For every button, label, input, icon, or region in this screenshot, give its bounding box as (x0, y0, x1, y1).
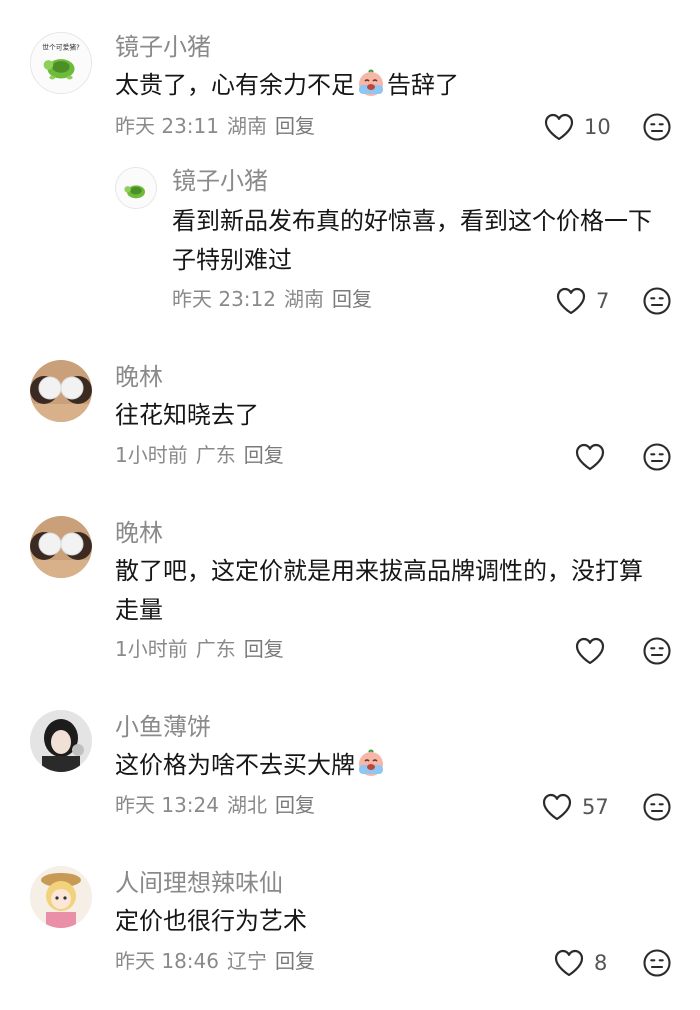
comment-text: 散了吧，这定价就是用来拔高品牌调性的，没打算走量 (115, 557, 643, 624)
like-button[interactable]: 7 (555, 284, 609, 318)
avatar[interactable] (30, 710, 92, 772)
reply-button[interactable]: 回复 (244, 443, 284, 467)
avatar[interactable] (30, 516, 92, 578)
comment-text-part: 太贵了，心有余力不足 (115, 71, 355, 99)
comment-text-part: 告辞了 (387, 71, 459, 99)
comment-meta: 昨天 23:12 湖南 回复 (172, 285, 380, 313)
comment-item: 世个可爱猪? 镜子小猪 太贵了，心有余力不足 告辞了 昨天 23:11 湖南 回复 1… (0, 0, 700, 150)
username[interactable]: 晚林 (115, 362, 163, 392)
dislike-button[interactable] (642, 636, 672, 666)
like-button[interactable]: 10 (543, 110, 611, 144)
heart-outline-icon (553, 948, 585, 978)
anime-girl-avatar-icon (30, 866, 92, 928)
location: 广东 (195, 637, 236, 661)
comment-meta: 昨天 23:11 湖南 回复 (115, 112, 323, 140)
comment-text: 定价也很行为艺术 (115, 907, 307, 935)
like-count: 57 (582, 795, 609, 819)
location: 湖南 (284, 287, 324, 311)
reply-button[interactable]: 回复 (275, 949, 315, 973)
timestamp: 昨天 23:12 (172, 287, 276, 311)
like-count: 10 (584, 115, 611, 139)
neutral-face-icon (642, 792, 672, 822)
neutral-face-icon (642, 948, 672, 978)
comment-meta: 1小时前 广东 回复 (115, 441, 292, 469)
timestamp: 昨天 13:24 (115, 793, 219, 817)
like-button[interactable] (574, 634, 606, 668)
username[interactable]: 小鱼薄饼 (115, 712, 211, 742)
comment-meta: 昨天 13:24 湖北 回复 (115, 791, 323, 819)
comment-item: 小鱼薄饼 这价格为啥不去买大牌 昨天 13:24 湖北 回复 57 (0, 690, 700, 850)
timestamp: 1小时前 (115, 637, 188, 661)
avatar[interactable] (115, 167, 157, 209)
username[interactable]: 人间理想辣味仙 (115, 868, 283, 898)
turtle-avatar-icon: 世个可爱猪? (31, 33, 91, 93)
neutral-face-icon (642, 112, 672, 142)
crying-face-emoji (356, 69, 386, 99)
avatar-caption: 世个可爱猪? (42, 42, 80, 51)
like-count: 8 (594, 951, 608, 975)
like-button[interactable] (574, 440, 606, 474)
comment-item: 晚林 散了吧，这定价就是用来拔高品牌调性的，没打算走量 1小时前 广东 回复 (0, 490, 700, 690)
heart-outline-icon (574, 442, 606, 472)
like-count: 7 (596, 289, 610, 313)
username[interactable]: 镜子小猪 (115, 32, 211, 62)
like-button[interactable]: 8 (553, 946, 607, 980)
timestamp: 昨天 23:11 (115, 114, 219, 138)
like-button[interactable]: 57 (541, 790, 609, 824)
neutral-face-icon (642, 442, 672, 472)
dislike-button[interactable] (642, 112, 672, 142)
heart-outline-icon (574, 636, 606, 666)
cat-avatar-icon (30, 360, 92, 422)
avatar[interactable] (30, 360, 92, 422)
neutral-face-icon (642, 286, 672, 316)
dislike-button[interactable] (642, 442, 672, 472)
location: 辽宁 (227, 949, 267, 973)
reply-item: 镜子小猪 看到新品发布真的好惊喜，看到这个价格一下子特别难过 昨天 23:12 湖… (0, 150, 700, 330)
location: 广东 (195, 443, 236, 467)
comment-text-part: 这价格为啥不去买大牌 (115, 751, 355, 779)
comment-text: 太贵了，心有余力不足 告辞了 (115, 66, 660, 105)
comment-meta: 昨天 18:46 辽宁 回复 (115, 947, 323, 975)
heart-outline-icon (543, 112, 575, 142)
comment-meta: 1小时前 广东 回复 (115, 635, 292, 663)
neutral-face-icon (642, 636, 672, 666)
location: 湖南 (227, 114, 267, 138)
reply-button[interactable]: 回复 (244, 637, 284, 661)
cat-avatar-icon (30, 516, 92, 578)
avatar[interactable] (30, 866, 92, 928)
dislike-button[interactable] (642, 792, 672, 822)
dislike-button[interactable] (642, 948, 672, 978)
comment-item: 人间理想辣味仙 定价也很行为艺术 昨天 18:46 辽宁 回复 8 (0, 850, 700, 1010)
location: 湖北 (227, 793, 267, 817)
reply-button[interactable]: 回复 (275, 114, 315, 138)
comment-text: 这价格为啥不去买大牌 (115, 746, 660, 785)
username[interactable]: 镜子小猪 (172, 166, 268, 196)
dislike-button[interactable] (642, 286, 672, 316)
girl-avatar-icon (30, 710, 92, 772)
reply-button[interactable]: 回复 (332, 287, 372, 311)
heart-outline-icon (555, 286, 587, 316)
reply-button[interactable]: 回复 (275, 793, 315, 817)
comment-text: 看到新品发布真的好惊喜，看到这个价格一下子特别难过 (172, 207, 652, 274)
turtle-avatar-icon (116, 168, 156, 208)
timestamp: 昨天 18:46 (115, 949, 219, 973)
comment-item: 晚林 往花知晓去了 1小时前 广东 回复 (0, 330, 700, 490)
username[interactable]: 晚林 (115, 518, 163, 548)
crying-face-emoji (356, 749, 386, 779)
heart-outline-icon (541, 792, 573, 822)
avatar[interactable]: 世个可爱猪? (30, 32, 92, 94)
timestamp: 1小时前 (115, 443, 188, 467)
comment-text: 往花知晓去了 (115, 401, 259, 429)
